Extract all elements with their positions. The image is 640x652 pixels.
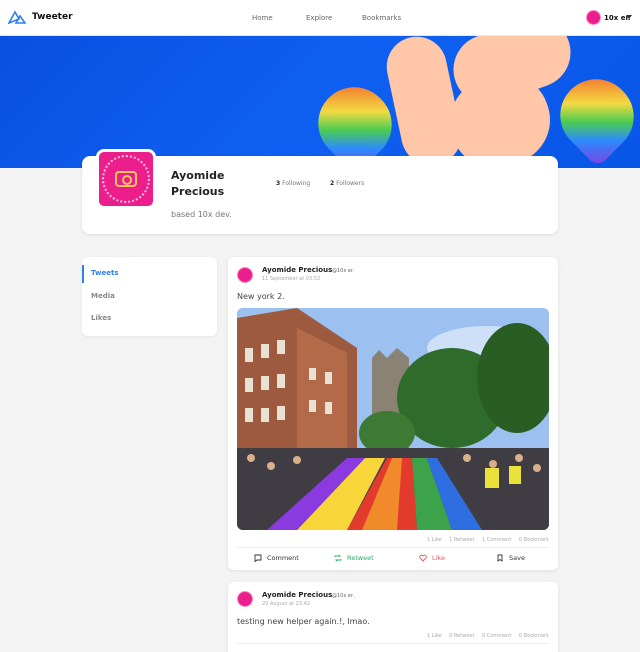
tweet-author-handle: @10x er. xyxy=(332,268,355,274)
tweet-date: 20 August at 23:42 xyxy=(262,601,311,607)
nav-bookmarks-link[interactable]: Bookmarks xyxy=(362,14,401,22)
tweeter-logo-icon[interactable] xyxy=(8,10,26,24)
divider xyxy=(237,643,549,644)
nav-explore-link[interactable]: Explore xyxy=(306,14,332,22)
retweet-icon xyxy=(334,554,342,562)
comment-count: 0 Comment xyxy=(482,633,512,639)
profile-tabs: Tweets Media Likes xyxy=(82,257,217,336)
user-avatar[interactable] xyxy=(586,10,601,25)
comment-count: 1 Comment xyxy=(482,537,512,543)
retweet-button[interactable]: Retweet xyxy=(334,554,374,562)
tab-likes[interactable]: Likes xyxy=(91,314,111,322)
following-stat[interactable]: 3 Following xyxy=(276,180,310,187)
tweet-image[interactable] xyxy=(237,308,549,530)
retweet-count: 0 Retweet xyxy=(449,633,475,639)
profile-avatar xyxy=(96,149,156,209)
tweet-text: testing new helper again.!, lmao. xyxy=(237,617,370,626)
rainbow-heart-image xyxy=(545,64,640,168)
active-tab-indicator xyxy=(82,265,84,283)
tweet-author-handle: @10x er. xyxy=(332,593,355,599)
tweet-date: 11 September at 03:52 xyxy=(262,276,321,282)
tab-media[interactable]: Media xyxy=(91,292,115,300)
comment-icon xyxy=(254,554,262,562)
save-button[interactable]: Save xyxy=(496,554,525,562)
like-count: 1 Like xyxy=(426,537,442,543)
tweet-text: New york 2. xyxy=(237,292,285,301)
tweet-stats: 1 Like 1 Retweet 1 Comment 0 Bookmark xyxy=(421,537,549,543)
chevron-down-icon[interactable] xyxy=(626,15,632,19)
tweet-stats: 1 Like 0 Retweet 0 Comment 0 Bookmark xyxy=(421,633,549,639)
tweet-author-avatar[interactable] xyxy=(237,591,253,607)
followers-stat[interactable]: 2 Followers xyxy=(330,180,364,187)
tab-tweets[interactable]: Tweets xyxy=(91,269,118,277)
heart-icon xyxy=(419,554,427,562)
like-count: 1 Like xyxy=(426,633,442,639)
bookmark-count: 0 Bookmark xyxy=(518,537,549,543)
tweet-author-name[interactable]: Ayomide Precious xyxy=(262,591,332,599)
tweet-author-name[interactable]: Ayomide Precious xyxy=(262,266,332,274)
tweet-card: Ayomide Precious @10x er. 20 August at 2… xyxy=(228,582,558,652)
tweet-card: Ayomide Precious @10x er. 11 September a… xyxy=(228,257,558,570)
nav-home-link[interactable]: Home xyxy=(252,14,273,22)
tweet-author-avatar[interactable] xyxy=(237,267,253,283)
profile-name: Ayomide Precious xyxy=(171,169,225,198)
like-button[interactable]: Like xyxy=(419,554,445,562)
bookmark-icon xyxy=(497,554,503,562)
top-nav: Tweeter Home Explore Bookmarks 10x er. xyxy=(0,0,640,36)
bookmark-count: 0 Bookmark xyxy=(518,633,549,639)
brand-name[interactable]: Tweeter xyxy=(32,12,73,22)
profile-bio: based 10x dev. xyxy=(171,210,232,219)
divider xyxy=(237,547,549,548)
retweet-count: 1 Retweet xyxy=(449,537,475,543)
camera-icon xyxy=(115,171,137,187)
profile-banner xyxy=(0,36,640,168)
comment-button[interactable]: Comment xyxy=(254,554,299,562)
